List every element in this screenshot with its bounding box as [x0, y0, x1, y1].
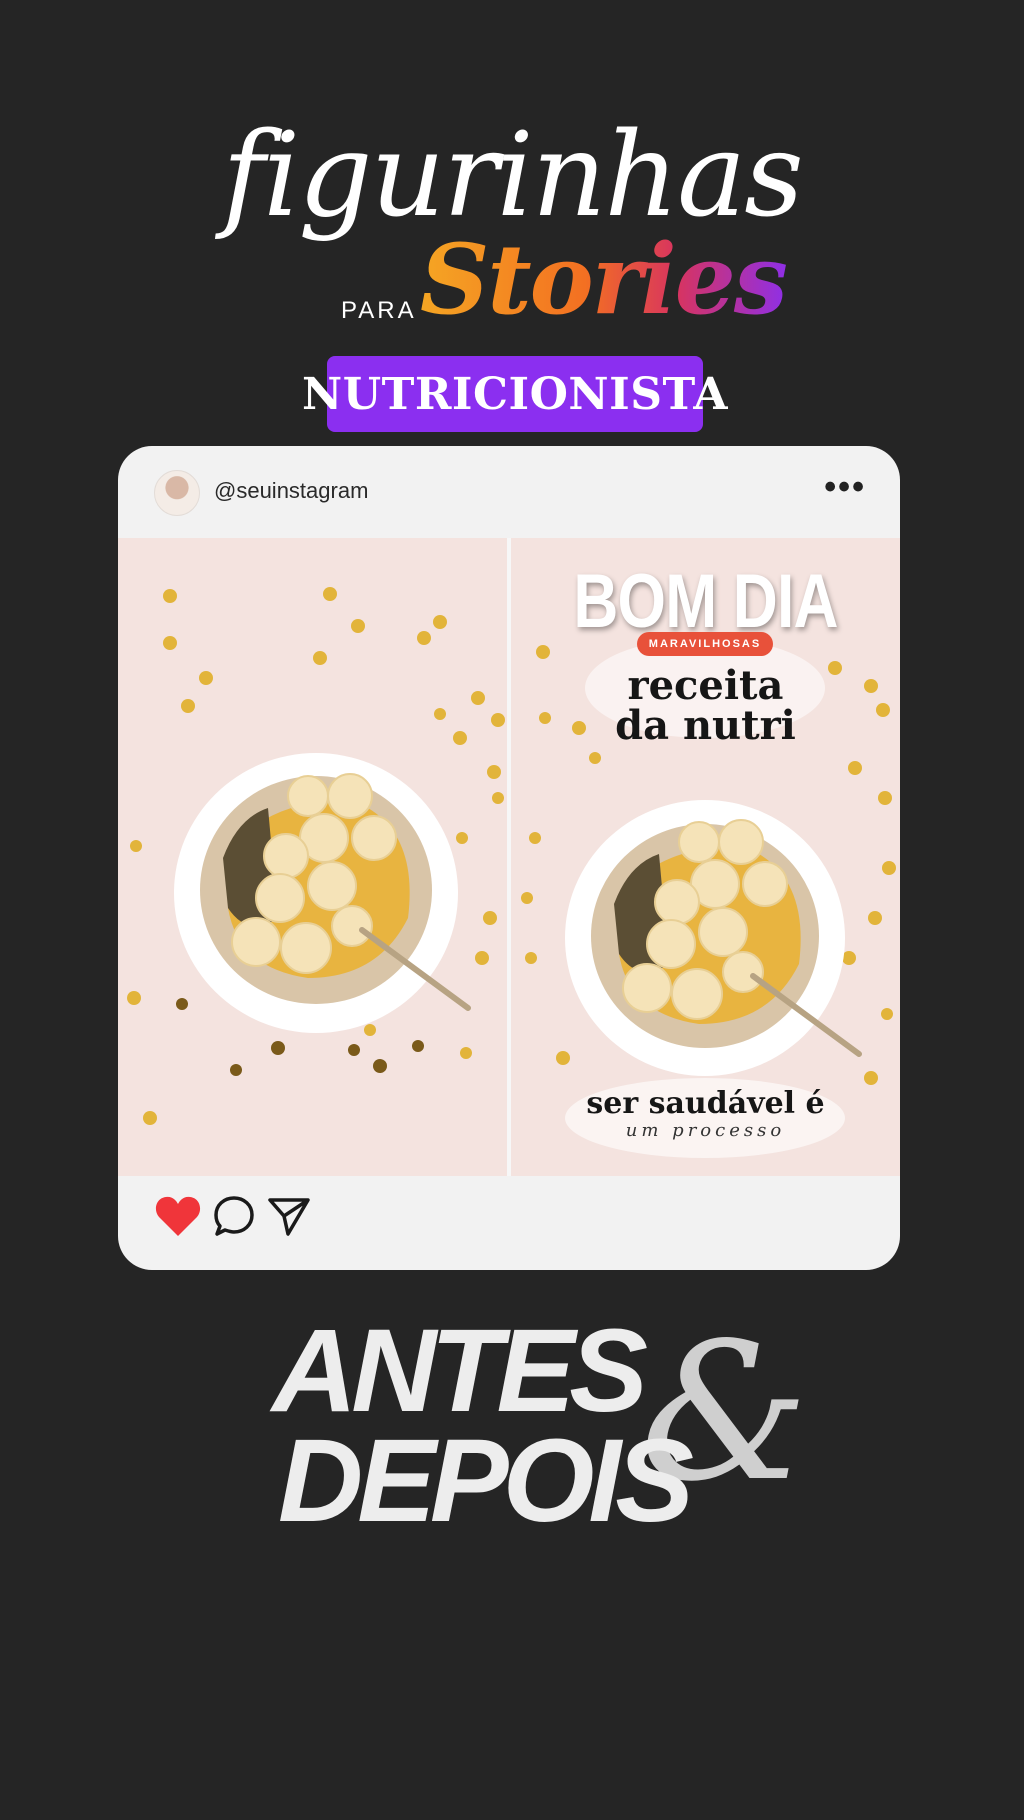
nutricionista-badge: NUTRICIONISTA [302, 356, 727, 432]
right-photo-story-design: BOM DIA MARAVILHOSAS receita da nutri se… [511, 538, 900, 1176]
antes-title: ANTES [272, 1305, 648, 1437]
left-photo-oatmeal-bowl [118, 538, 507, 1176]
post-username[interactable]: @seuinstagram [214, 478, 368, 504]
oatmeal-bowl-image [118, 538, 507, 1176]
um-processo-text: um processo [625, 1120, 786, 1141]
post-photos: BOM DIA MARAVILHOSAS receita da nutri se… [118, 538, 900, 1176]
maravilhosas-tag: MARAVILHOSAS [637, 632, 773, 656]
depois-title: DEPOIS [278, 1415, 694, 1547]
figurinhas-title: figurinhas [222, 108, 804, 243]
bom-dia-headline: BOM DIA [573, 559, 838, 644]
heart-icon[interactable] [154, 1194, 202, 1238]
instagram-post-card: @seuinstagram ••• BOM DIA MARAVILHOSAS r… [118, 446, 900, 1270]
avatar[interactable] [154, 470, 200, 516]
more-options-icon[interactable]: ••• [824, 468, 866, 507]
receita-line: receita [627, 662, 784, 709]
ser-saudavel-text: ser saudável é [586, 1086, 825, 1121]
para-label: PARA [341, 297, 417, 324]
da-nutri-line: da nutri [615, 702, 796, 749]
comment-icon[interactable] [212, 1194, 256, 1238]
receita-da-nutri-text: receita da nutri [511, 666, 900, 746]
share-icon[interactable] [266, 1194, 312, 1238]
stories-title: Stories [420, 223, 788, 336]
